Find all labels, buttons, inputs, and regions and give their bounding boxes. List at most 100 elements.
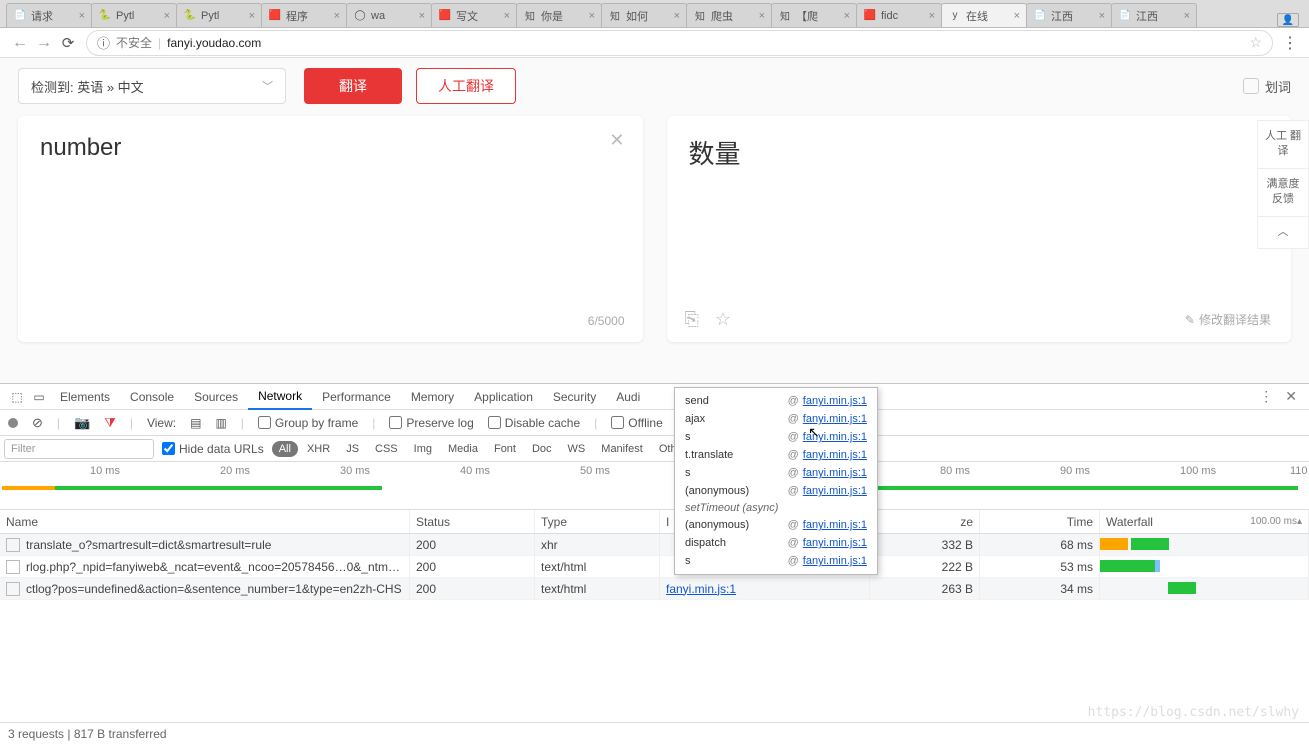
browser-tab[interactable]: 知爬虫×: [686, 3, 772, 27]
table-row[interactable]: ctlog?pos=undefined&action=&sentence_num…: [0, 578, 1309, 600]
filter-type-pill[interactable]: Font: [487, 441, 523, 457]
table-row[interactable]: rlog.php?_npid=fanyiweb&_ncat=event&_nco…: [0, 556, 1309, 578]
col-name[interactable]: Name: [0, 510, 410, 533]
clear-button[interactable]: ⊘: [32, 415, 43, 431]
devtools-tab[interactable]: Security: [543, 384, 606, 410]
browser-tab[interactable]: y在线×: [941, 3, 1027, 27]
source-text[interactable]: number: [40, 134, 621, 162]
browser-tab[interactable]: 🟥fidc×: [856, 3, 942, 27]
group-by-frame-checkbox[interactable]: Group by frame: [258, 416, 358, 430]
screenshot-icon[interactable]: 📷: [74, 415, 90, 431]
side-rail-button[interactable]: 满意度 反馈: [1257, 169, 1309, 217]
browser-tab[interactable]: 🐍Pytl×: [91, 3, 177, 27]
source-panel[interactable]: number ✕ 6/5000: [18, 116, 643, 342]
col-type[interactable]: Type: [535, 510, 660, 533]
table-row[interactable]: translate_o?smartresult=dict&smartresult…: [0, 534, 1309, 556]
browser-tab[interactable]: 📄江西×: [1111, 3, 1197, 27]
language-selector[interactable]: 检测到: 英语 » 中文 ﹀: [18, 68, 286, 104]
col-size[interactable]: ze: [870, 510, 980, 533]
tab-close-icon[interactable]: ×: [756, 10, 765, 22]
filter-type-pill[interactable]: All: [272, 441, 298, 457]
tab-close-icon[interactable]: ×: [841, 10, 850, 22]
tab-close-icon[interactable]: ×: [671, 10, 680, 22]
devtools-menu-icon[interactable]: ⋮: [1253, 388, 1279, 405]
devtools-tab[interactable]: Application: [464, 384, 543, 410]
tab-close-icon[interactable]: ×: [1181, 10, 1190, 22]
browser-tab[interactable]: 知如何×: [601, 3, 687, 27]
star-icon[interactable]: ☆: [715, 309, 731, 330]
tab-close-icon[interactable]: ×: [76, 10, 85, 22]
waterfall-icon[interactable]: ▥: [215, 416, 226, 430]
stack-source-link[interactable]: fanyi.min.js:1: [803, 555, 867, 567]
stack-source-link[interactable]: fanyi.min.js:1: [803, 519, 867, 531]
tab-close-icon[interactable]: ×: [1011, 10, 1020, 22]
copy-icon[interactable]: ⎘: [685, 309, 699, 330]
filter-type-pill[interactable]: JS: [339, 441, 366, 457]
browser-tab[interactable]: 🐍Pytl×: [176, 3, 262, 27]
stack-source-link[interactable]: fanyi.min.js:1: [803, 413, 867, 425]
filter-type-pill[interactable]: WS: [561, 441, 593, 457]
stack-source-link[interactable]: fanyi.min.js:1: [803, 431, 867, 443]
devtools-tab[interactable]: Elements: [50, 384, 120, 410]
large-rows-icon[interactable]: ▤: [190, 416, 201, 430]
back-button[interactable]: ←: [8, 34, 32, 52]
filter-input[interactable]: Filter: [4, 439, 154, 459]
browser-tab[interactable]: 🟥程序×: [261, 3, 347, 27]
human-translate-button[interactable]: 人工翻译: [416, 68, 516, 104]
col-time[interactable]: Time: [980, 510, 1100, 533]
huaci-toggle[interactable]: 划词: [1243, 77, 1291, 96]
devtools-tab[interactable]: Network: [248, 384, 312, 410]
reload-button[interactable]: ⟳: [56, 34, 80, 52]
browser-tab[interactable]: 📄请求×: [6, 3, 92, 27]
side-rail-button[interactable]: 人工 翻译: [1257, 120, 1309, 169]
browser-tab[interactable]: 🟥写文×: [431, 3, 517, 27]
stack-source-link[interactable]: fanyi.min.js:1: [803, 537, 867, 549]
tab-close-icon[interactable]: ×: [586, 10, 595, 22]
tab-close-icon[interactable]: ×: [416, 10, 425, 22]
browser-tab[interactable]: 知你是×: [516, 3, 602, 27]
stack-source-link[interactable]: fanyi.min.js:1: [803, 395, 867, 407]
stack-source-link[interactable]: fanyi.min.js:1: [803, 467, 867, 479]
tab-close-icon[interactable]: ×: [1096, 10, 1105, 22]
browser-tab[interactable]: ◯wa×: [346, 3, 432, 27]
tab-close-icon[interactable]: ×: [501, 10, 510, 22]
devtools-tab[interactable]: Console: [120, 384, 184, 410]
user-icon[interactable]: 👤: [1277, 13, 1299, 27]
modify-result-button[interactable]: ✎ 修改翻译结果: [1185, 311, 1271, 328]
address-bar[interactable]: ⓘ 不安全 | fanyi.youdao.com ☆: [86, 30, 1273, 56]
filter-type-pill[interactable]: Doc: [525, 441, 559, 457]
devtools-tab[interactable]: Performance: [312, 384, 401, 410]
tab-close-icon[interactable]: ×: [161, 10, 170, 22]
offline-checkbox[interactable]: Offline: [611, 416, 662, 430]
hide-data-urls-checkbox[interactable]: Hide data URLs: [162, 442, 264, 456]
stack-source-link[interactable]: fanyi.min.js:1: [803, 449, 867, 461]
network-timeline[interactable]: 10 ms20 ms30 ms40 ms50 ms80 ms90 ms100 m…: [0, 462, 1309, 510]
chrome-menu-icon[interactable]: ⋮: [1279, 33, 1301, 53]
devtools-tab[interactable]: Sources: [184, 384, 248, 410]
inspect-element-icon[interactable]: ⬚: [6, 390, 28, 404]
devtools-close-icon[interactable]: ✕: [1279, 388, 1303, 405]
record-button[interactable]: [8, 418, 18, 428]
filter-type-pill[interactable]: CSS: [368, 441, 405, 457]
col-waterfall[interactable]: Waterfall100.00 ms▴: [1100, 510, 1309, 533]
filter-type-pill[interactable]: Manifest: [594, 441, 650, 457]
filter-type-pill[interactable]: XHR: [300, 441, 337, 457]
browser-tab[interactable]: 📄江西×: [1026, 3, 1112, 27]
filter-type-pill[interactable]: Img: [407, 441, 439, 457]
filter-type-pill[interactable]: Media: [441, 441, 485, 457]
disable-cache-checkbox[interactable]: Disable cache: [488, 416, 580, 430]
bookmark-star-icon[interactable]: ☆: [1249, 34, 1262, 51]
col-status[interactable]: Status: [410, 510, 535, 533]
clear-input-icon[interactable]: ✕: [609, 130, 624, 151]
stack-source-link[interactable]: fanyi.min.js:1: [803, 485, 867, 497]
tab-close-icon[interactable]: ×: [246, 10, 255, 22]
initiator-link[interactable]: fanyi.min.js:1: [666, 582, 736, 596]
device-toolbar-icon[interactable]: ▭: [28, 390, 50, 404]
devtools-tab[interactable]: Audi: [606, 384, 650, 410]
forward-button[interactable]: →: [32, 34, 56, 52]
filter-icon[interactable]: ⧩: [104, 415, 116, 431]
info-icon[interactable]: ⓘ: [97, 33, 110, 52]
browser-tab[interactable]: 知【爬×: [771, 3, 857, 27]
preserve-log-checkbox[interactable]: Preserve log: [389, 416, 473, 430]
translate-button[interactable]: 翻译: [304, 68, 402, 104]
